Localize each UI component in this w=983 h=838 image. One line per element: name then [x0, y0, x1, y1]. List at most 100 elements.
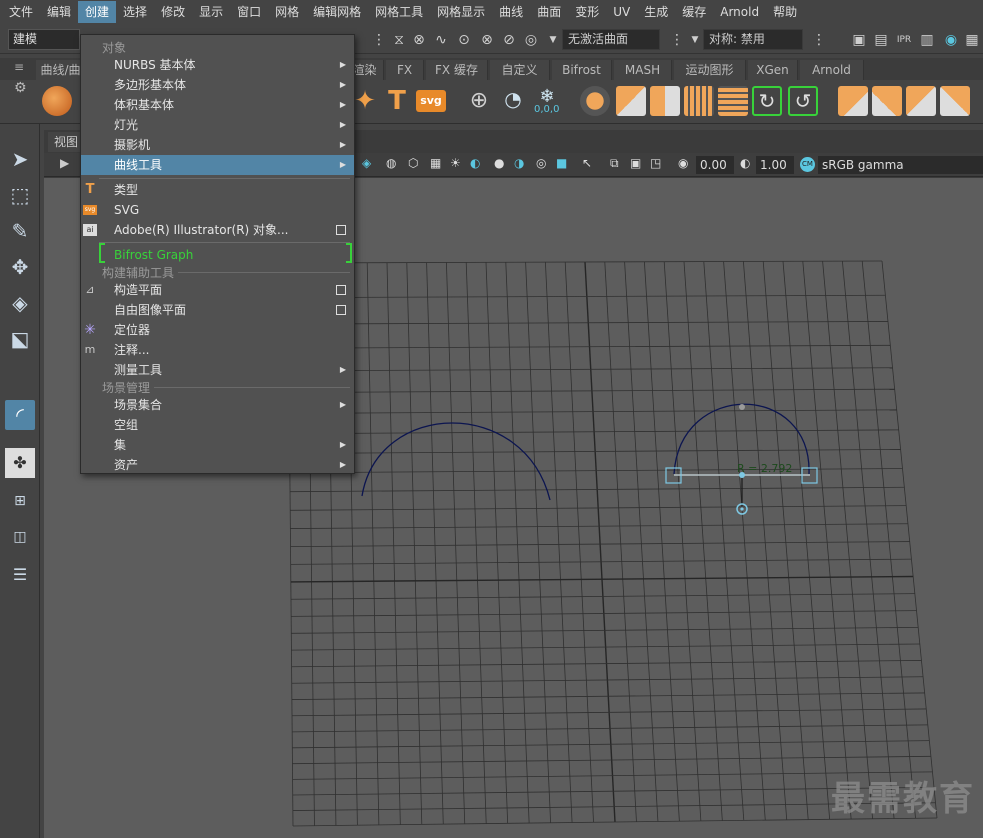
cube-split-icon[interactable]	[616, 86, 646, 116]
timer-icon[interactable]: ◔	[498, 86, 528, 116]
svg-icon[interactable]: svg	[416, 90, 446, 112]
wireframe-icon[interactable]: ◍	[386, 156, 396, 170]
mode-selector[interactable]: 建模	[8, 29, 80, 50]
snap-view-icon[interactable]: ⊗	[478, 31, 496, 49]
scale-tool-icon[interactable]: ⬕	[5, 324, 35, 354]
snap-point-icon[interactable]: ⊙	[455, 31, 473, 49]
chevron-down-icon[interactable]: ▼	[544, 31, 562, 49]
shelf-tab-fx-cache[interactable]: FX 缓存	[426, 60, 488, 80]
snap-grid-icon[interactable]: ⊗	[410, 31, 428, 49]
menu-item-polygon-primitives[interactable]: 多边形基本体 ▶	[81, 75, 354, 95]
measure-icon[interactable]: ⊕	[464, 86, 494, 116]
text-type-icon[interactable]: T	[382, 86, 412, 116]
single-layout-icon[interactable]: ✤	[5, 448, 35, 478]
menu-mesh-display[interactable]: 网格显示	[430, 1, 492, 23]
menu-item-free-image-plane[interactable]: 自由图像平面	[81, 300, 354, 320]
menu-create[interactable]: 创建	[78, 1, 117, 23]
shelf-tab-fx[interactable]: FX	[386, 60, 424, 80]
rebuild-icon[interactable]: ↻	[752, 86, 782, 116]
render-frame-icon[interactable]: ▤	[872, 31, 890, 49]
nurbs-arc-curve[interactable]	[361, 422, 551, 501]
live-surface-field[interactable]: 无激活曲面	[562, 29, 660, 50]
exposure-icon[interactable]: ◉	[678, 156, 688, 170]
menu-window[interactable]: 窗口	[230, 1, 268, 23]
textured-icon[interactable]: ⬡	[408, 156, 418, 170]
move-tool-icon[interactable]: ✥	[5, 252, 35, 282]
outliner-layout-icon[interactable]: ☰	[5, 560, 35, 590]
planar-icon[interactable]	[872, 86, 902, 116]
paint-select-icon[interactable]: ✎	[5, 216, 35, 246]
menu-edit[interactable]: 编辑	[40, 1, 78, 23]
two-view-layout-icon[interactable]: ◫	[5, 522, 35, 552]
aa-icon[interactable]: ◎	[536, 156, 546, 170]
shaded-icon[interactable]: ◈	[362, 156, 371, 170]
layers-icon[interactable]	[580, 86, 610, 116]
hypershade-icon[interactable]: ◉	[942, 31, 960, 49]
shelf-tab-mash[interactable]: MASH	[614, 60, 672, 80]
option-box-icon[interactable]	[336, 305, 346, 315]
xray-icon[interactable]: ↖	[582, 156, 592, 170]
menu-surfaces[interactable]: 曲面	[530, 1, 568, 23]
rotate-tool-icon[interactable]: ◈	[5, 288, 35, 318]
resolution-icon[interactable]: ◳	[650, 156, 661, 170]
midpoint-handle[interactable]	[739, 404, 745, 410]
menu-mesh-tools[interactable]: 网格工具	[368, 1, 430, 23]
menu-cache[interactable]: 缓存	[675, 1, 713, 23]
menu-item-empty-group[interactable]: 空组	[81, 415, 354, 435]
frame-icon[interactable]: ⧉	[610, 156, 619, 171]
light-icon[interactable]: ☀	[450, 156, 461, 170]
shelf-tab-bifrost[interactable]: Bifrost	[552, 60, 612, 80]
menu-help[interactable]: 帮助	[766, 1, 804, 23]
menu-item-sets[interactable]: 集 ▶	[81, 435, 354, 455]
menu-item-svg[interactable]: svg SVG	[81, 200, 354, 220]
grid-array-icon[interactable]	[684, 86, 714, 116]
menu-arnold[interactable]: Arnold	[713, 1, 766, 23]
checker-icon[interactable]: ▦	[430, 156, 441, 170]
menu-file[interactable]: 文件	[2, 1, 40, 23]
lasso-tool-icon[interactable]: ⬚	[5, 180, 35, 210]
menu-edit-mesh[interactable]: 编辑网格	[306, 1, 368, 23]
menu-select[interactable]: 选择	[116, 1, 154, 23]
nurbs-sphere-icon[interactable]	[42, 86, 72, 116]
exposure-field[interactable]: 0.00	[696, 156, 734, 174]
shelf-tab-curves[interactable]: 曲线/曲面	[36, 60, 86, 97]
gamma-field[interactable]: 1.00	[756, 156, 794, 174]
shelf-grip-icon[interactable]: ≡	[14, 60, 24, 74]
live-surface-icon[interactable]: ◎	[522, 31, 540, 49]
snap-curve-icon[interactable]: ∿	[432, 31, 450, 49]
menu-modify[interactable]: 修改	[154, 1, 192, 23]
menu-item-measure-tools[interactable]: 测量工具 ▶	[81, 360, 354, 380]
color-management-icon[interactable]: CM	[800, 157, 815, 172]
isolate-icon[interactable]: ■	[556, 156, 567, 170]
current-tool-icon[interactable]: ◜	[5, 400, 35, 430]
menu-item-annotation[interactable]: m 注释...	[81, 340, 354, 360]
snap-toggle-icon[interactable]: ⧖	[390, 31, 408, 49]
menu-deform[interactable]: 变形	[568, 1, 606, 23]
shelf-tab-arnold[interactable]: Arnold	[800, 60, 864, 80]
menu-item-scene-assembly[interactable]: 场景集合 ▶	[81, 395, 354, 415]
gate-icon[interactable]: ▣	[630, 156, 641, 170]
render-setup-icon[interactable]: ▦	[963, 31, 981, 49]
extrude-icon[interactable]	[838, 86, 868, 116]
menu-item-type[interactable]: T 类型	[81, 180, 354, 200]
snap-surface-icon[interactable]: ⊘	[500, 31, 518, 49]
menu-item-lights[interactable]: 灯光 ▶	[81, 115, 354, 135]
shelf-tab-custom[interactable]: 自定义	[490, 60, 550, 80]
gamma-icon[interactable]: ◐	[740, 156, 750, 170]
menu-uv[interactable]: UV	[606, 1, 637, 23]
menu-display[interactable]: 显示	[192, 1, 230, 23]
camera-icon[interactable]: ▶	[60, 156, 69, 170]
shadow-icon[interactable]: ◐	[470, 156, 480, 170]
shelf-tab-motion-graphics[interactable]: 运动图形	[674, 60, 746, 80]
four-view-layout-icon[interactable]: ⊞	[5, 486, 35, 516]
menu-item-locator[interactable]: ✳ 定位器	[81, 320, 354, 340]
ao-icon[interactable]: ●	[494, 156, 504, 170]
box-icon[interactable]	[906, 86, 936, 116]
menu-item-illustrator[interactable]: ai Adobe(R) Illustrator(R) 对象...	[81, 220, 354, 240]
option-box-icon[interactable]	[336, 285, 346, 295]
cube-combine-icon[interactable]	[650, 86, 680, 116]
render-view-icon[interactable]: ▣	[850, 31, 868, 49]
symmetry-field[interactable]: 对称: 禁用	[703, 29, 803, 50]
select-tool-icon[interactable]: ➤	[5, 144, 35, 174]
chevron-down-icon[interactable]: ▼	[686, 31, 704, 49]
